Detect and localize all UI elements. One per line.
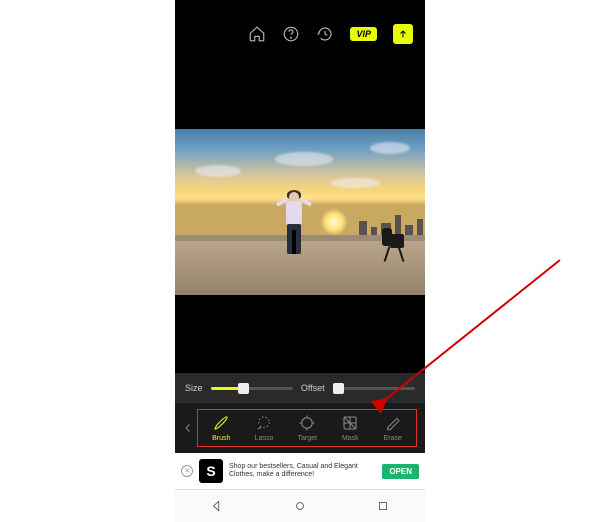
photographer — [382, 228, 410, 262]
photo-preview — [175, 129, 425, 295]
erase-icon — [384, 414, 402, 432]
tool-label: Target — [298, 435, 317, 442]
android-nav-bar — [175, 489, 425, 522]
slider-row: Size Offset — [175, 373, 425, 403]
history-icon[interactable] — [316, 25, 334, 43]
target-icon — [298, 414, 316, 432]
tool-label: Lasso — [255, 435, 274, 442]
tool-mask[interactable]: Mask — [341, 414, 359, 442]
nav-recent-icon[interactable] — [375, 498, 391, 514]
tool-toolbar: Brush Lasso Target Mask Erase — [175, 403, 425, 453]
tool-brush[interactable]: Brush — [212, 414, 230, 442]
tool-target[interactable]: Target — [298, 414, 317, 442]
tool-lasso[interactable]: Lasso — [255, 414, 274, 442]
tool-erase[interactable]: Erase — [384, 414, 402, 442]
tool-label: Erase — [384, 435, 402, 442]
lasso-icon — [255, 414, 273, 432]
subject-person — [280, 192, 308, 260]
ad-logo: S — [199, 459, 223, 483]
offset-label: Offset — [301, 383, 325, 393]
editor-canvas[interactable] — [175, 50, 425, 373]
brush-icon — [212, 414, 230, 432]
status-bar — [175, 0, 425, 18]
tool-label: Mask — [342, 435, 359, 442]
offset-slider[interactable] — [333, 387, 415, 390]
nav-home-icon[interactable] — [292, 498, 308, 514]
ad-close-icon[interactable]: ✕ — [181, 465, 193, 477]
mask-icon — [341, 414, 359, 432]
home-icon[interactable] — [248, 25, 266, 43]
export-button[interactable] — [393, 24, 413, 44]
size-slider-thumb[interactable] — [238, 383, 249, 394]
offset-slider-thumb[interactable] — [333, 383, 344, 394]
tool-highlight-box: Brush Lasso Target Mask Erase — [197, 409, 417, 447]
size-label: Size — [185, 383, 203, 393]
top-toolbar: VIP — [175, 18, 425, 50]
ad-banner[interactable]: ✕ S Shop our bestsellers, Casual and Ele… — [175, 453, 425, 489]
tool-label: Brush — [212, 435, 230, 442]
ad-text: Shop our bestsellers, Casual and Elegant… — [229, 463, 376, 480]
phone-frame: VIP Size O — [175, 0, 425, 522]
ad-open-button[interactable]: OPEN — [382, 464, 419, 479]
vip-badge[interactable]: VIP — [350, 27, 377, 41]
nav-back-icon[interactable] — [209, 498, 225, 514]
size-slider[interactable] — [211, 387, 293, 390]
help-icon[interactable] — [282, 25, 300, 43]
back-chevron-icon[interactable] — [181, 422, 195, 434]
